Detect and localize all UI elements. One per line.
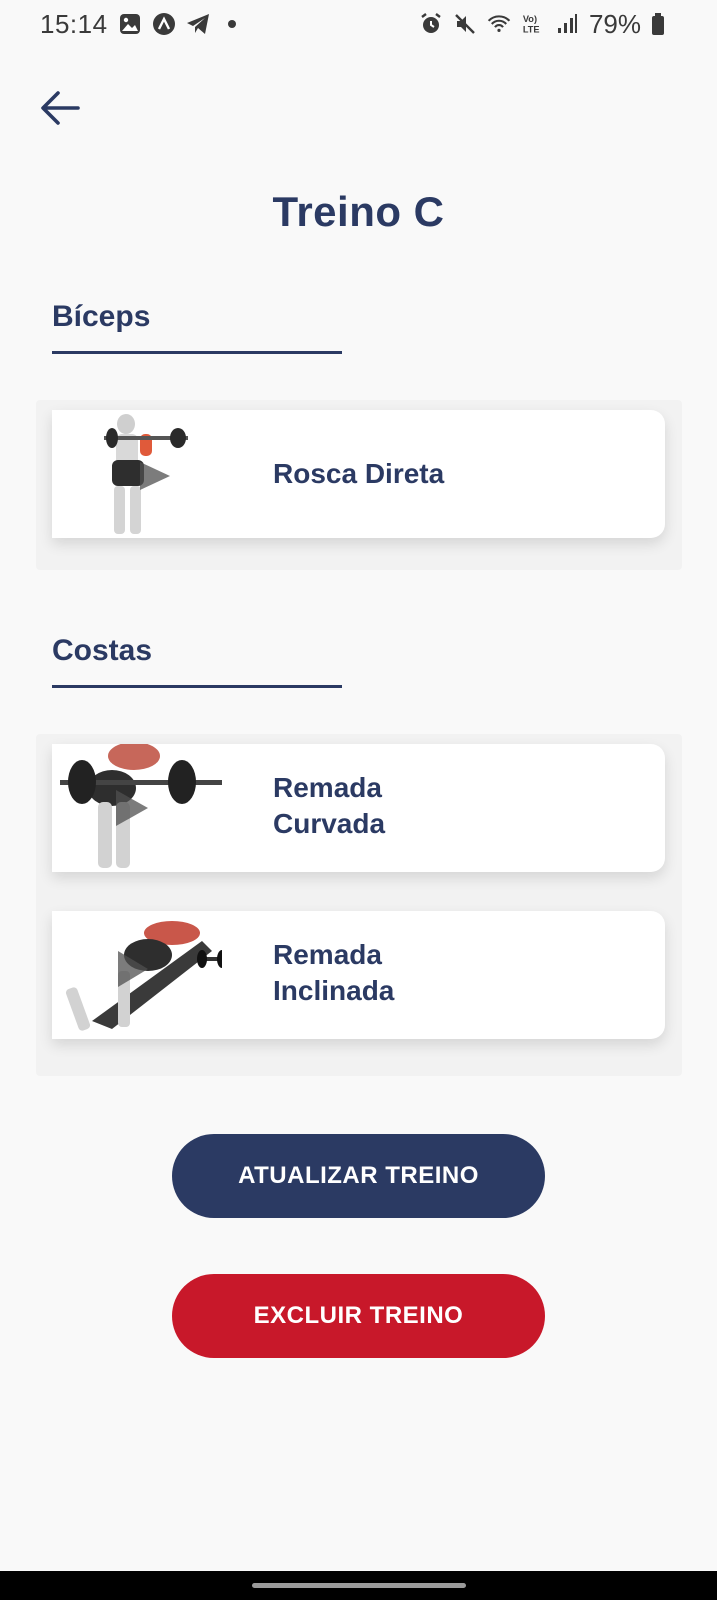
exercise-name: Remada Inclinada (273, 937, 513, 1009)
update-workout-button[interactable]: ATUALIZAR TREINO (172, 1134, 545, 1218)
telegram-icon (186, 12, 210, 36)
volte-icon: Vo) LTE (521, 12, 545, 36)
exercise-name-line2: Curvada (273, 808, 386, 839)
exercise-name-line2: Inclinada (273, 975, 395, 1006)
mute-icon (453, 12, 477, 36)
dot-icon (220, 12, 244, 36)
home-gesture-handle[interactable] (252, 1583, 466, 1588)
exercise-name-line1: Remada (273, 939, 382, 970)
status-right: Vo) LTE 79% (419, 9, 665, 40)
battery-percent: 79% (588, 8, 641, 39)
section-title-biceps: Bíceps (52, 300, 151, 333)
exercise-card-remada-inclinada[interactable]: Remada Inclinada (52, 911, 665, 1039)
exercise-thumbnail (52, 911, 222, 1039)
section-divider (52, 351, 342, 354)
play-icon (140, 462, 170, 490)
section-title-costas: Costas (52, 634, 153, 667)
alarm-icon (419, 12, 443, 36)
arrow-left-icon (41, 91, 80, 125)
exercise-card-remada-curvada[interactable]: Remada Curvada (52, 744, 665, 872)
svg-text:LTE: LTE (523, 24, 540, 34)
exercise-card-rosca-direta[interactable]: Rosca Direta (52, 410, 665, 538)
status-time: 15:14 (40, 8, 108, 39)
delete-workout-button[interactable]: EXCLUIR TREINO (172, 1274, 545, 1358)
status-left: 15:14 (40, 9, 244, 40)
exercise-name: Rosca Direta (273, 458, 445, 489)
wifi-icon (487, 12, 511, 36)
exercise-thumbnail (52, 410, 222, 538)
gallery-icon (118, 12, 142, 36)
exercise-thumbnail (52, 744, 222, 872)
back-button[interactable] (38, 88, 82, 128)
battery-icon (651, 12, 665, 36)
svg-text:Vo): Vo) (523, 14, 537, 24)
exercise-name: Remada Curvada (273, 770, 513, 842)
page-title: Treino C (272, 188, 445, 235)
section-divider (52, 685, 342, 688)
exercise-name-line1: Remada (273, 772, 382, 803)
app-icon (152, 12, 176, 36)
status-bar: 15:14 Vo) LTE 79% (0, 0, 717, 48)
signal-icon (555, 12, 579, 36)
